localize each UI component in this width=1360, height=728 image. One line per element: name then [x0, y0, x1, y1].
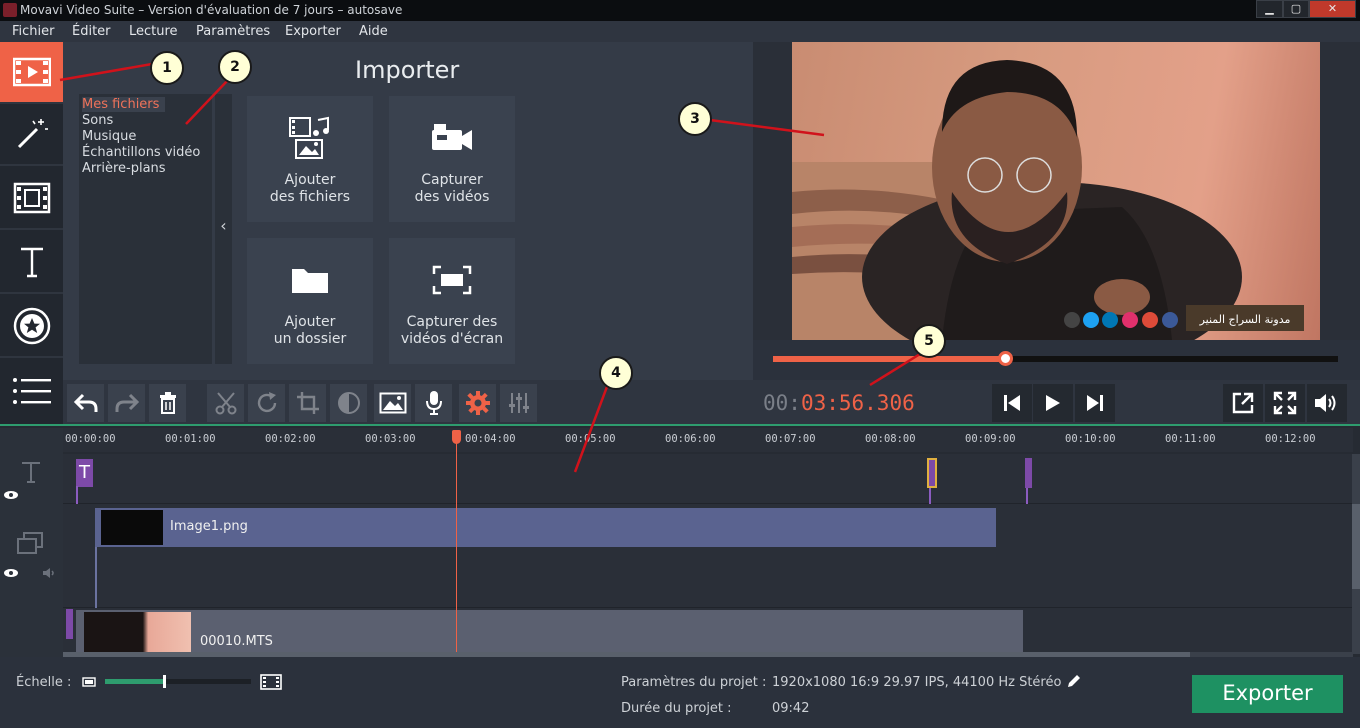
callout-4: 4: [599, 356, 633, 390]
callout-2: 2: [218, 50, 252, 84]
callout-1: 1: [150, 51, 184, 85]
callout-3: 3: [678, 102, 712, 136]
callout-5: 5: [912, 324, 946, 358]
